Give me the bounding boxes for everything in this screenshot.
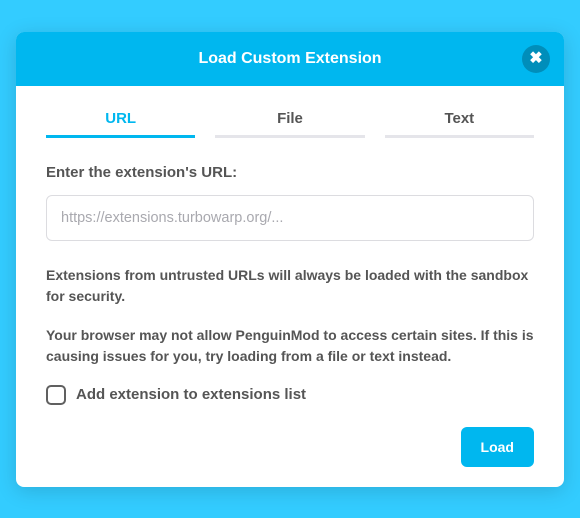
modal-title: Load Custom Extension <box>198 50 381 68</box>
url-field-label: Enter the extension's URL: <box>46 164 534 181</box>
close-button[interactable]: ✖ <box>522 45 550 73</box>
modal-header: Load Custom Extension ✖ <box>16 32 564 86</box>
modal-footer: Load <box>46 427 534 467</box>
add-to-list-checkbox[interactable] <box>46 385 66 405</box>
tab-url[interactable]: URL <box>46 110 195 138</box>
browser-note: Your browser may not allow PenguinMod to… <box>46 325 534 367</box>
extension-url-input[interactable] <box>46 195 534 241</box>
load-button[interactable]: Load <box>461 427 534 467</box>
tab-text[interactable]: Text <box>385 110 534 138</box>
close-icon: ✖ <box>529 51 542 67</box>
tab-bar: URL File Text <box>46 110 534 138</box>
add-to-list-label: Add extension to extensions list <box>76 386 306 403</box>
add-to-list-row: Add extension to extensions list <box>46 385 534 405</box>
load-extension-modal: Load Custom Extension ✖ URL File Text En… <box>16 32 564 487</box>
tab-file[interactable]: File <box>215 110 364 138</box>
sandbox-note: Extensions from untrusted URLs will alwa… <box>46 265 534 307</box>
modal-body: URL File Text Enter the extension's URL:… <box>16 86 564 487</box>
